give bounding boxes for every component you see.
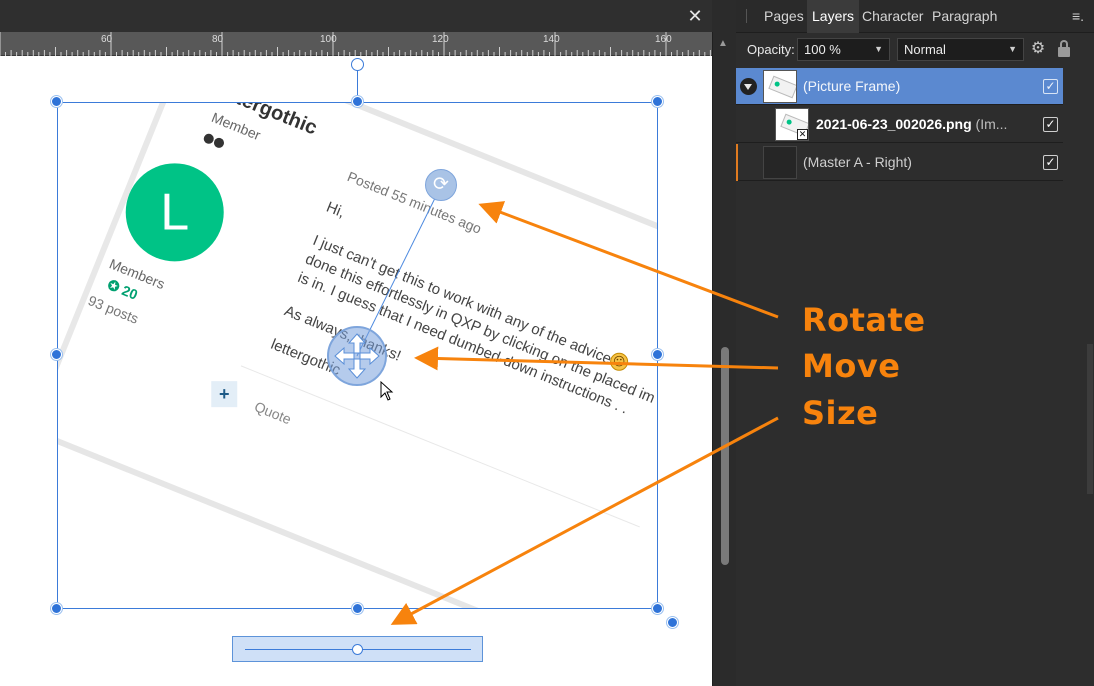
layer-row-master[interactable]: (Master A - Right) ✓ xyxy=(736,144,1063,181)
annotation-move: Move xyxy=(802,347,901,385)
move-image-icon[interactable] xyxy=(327,326,387,386)
document-vertical-scrollbar[interactable]: ▲ xyxy=(712,32,736,686)
layer-thumbnail: ✕ xyxy=(775,108,809,141)
tab-separator xyxy=(746,9,747,23)
tab-layers[interactable]: Layers xyxy=(807,0,860,33)
opacity-dropdown[interactable]: 100 % ▼ xyxy=(797,38,890,61)
scroll-up-icon[interactable]: ▲ xyxy=(718,38,728,49)
blend-mode-value: Normal xyxy=(904,42,946,57)
slider-knob[interactable] xyxy=(352,644,363,655)
visibility-checkbox[interactable]: ✓ xyxy=(1043,79,1058,94)
image-file-name: 2021-06-23_002026.png xyxy=(816,116,972,132)
scrollbar-thumb[interactable] xyxy=(721,347,729,565)
layer-thumbnail xyxy=(763,70,797,103)
opacity-label: Opacity: xyxy=(747,42,795,57)
visibility-checkbox[interactable]: ✓ xyxy=(1043,117,1058,132)
layer-row-image[interactable]: ✕ 2021-06-23_002026.png (Im... ✓ xyxy=(736,106,1063,143)
chevron-down-icon: ▼ xyxy=(1008,44,1017,54)
annotation-rotate: Rotate xyxy=(802,301,926,339)
layer-name: (Master A - Right) xyxy=(803,154,912,170)
lock-icon[interactable] xyxy=(1057,40,1071,58)
rotate-image-icon[interactable]: ⟳ xyxy=(425,169,457,201)
panel-menu-icon[interactable]: ≡. xyxy=(1072,0,1084,33)
mouse-pointer-icon xyxy=(380,381,394,401)
layer-options-row: Opacity: 100 % ▼ Normal ▼ ⚙ xyxy=(736,34,1094,66)
tab-character[interactable]: Character xyxy=(857,0,928,33)
tab-pages[interactable]: Pages xyxy=(759,0,809,33)
image-scale-slider[interactable] xyxy=(232,636,483,662)
chevron-down-icon: ▼ xyxy=(874,44,883,54)
panel-tab-bar: Pages Layers Character Paragraph ≡. xyxy=(736,0,1094,33)
image-badge-icon: ✕ xyxy=(797,129,808,140)
tab-paragraph[interactable]: Paragraph xyxy=(927,0,1002,33)
layer-row-picture-frame[interactable]: (Picture Frame) ✓ xyxy=(736,68,1063,105)
annotation-size: Size xyxy=(802,394,879,432)
layer-name: 2021-06-23_002026.png (Im... xyxy=(816,116,1007,132)
layer-name: (Picture Frame) xyxy=(803,78,901,94)
visibility-checkbox[interactable]: ✓ xyxy=(1043,155,1058,170)
layer-thumbnail xyxy=(763,146,797,179)
collapse-triangle-icon[interactable] xyxy=(740,78,757,95)
blend-mode-dropdown[interactable]: Normal ▼ xyxy=(897,38,1024,61)
master-page-indicator xyxy=(736,144,738,181)
layer-type-suffix: (Im... xyxy=(971,116,1008,132)
document-area[interactable]: ✕ 60 80 100 120 140 160 lettergothic Mem… xyxy=(0,0,712,686)
layers-panel: Pages Layers Character Paragraph ≡. Opac… xyxy=(736,0,1094,686)
opacity-value: 100 % xyxy=(804,42,841,57)
gear-icon[interactable]: ⚙ xyxy=(1029,39,1047,59)
panel-scrollbar[interactable] xyxy=(1087,344,1093,494)
